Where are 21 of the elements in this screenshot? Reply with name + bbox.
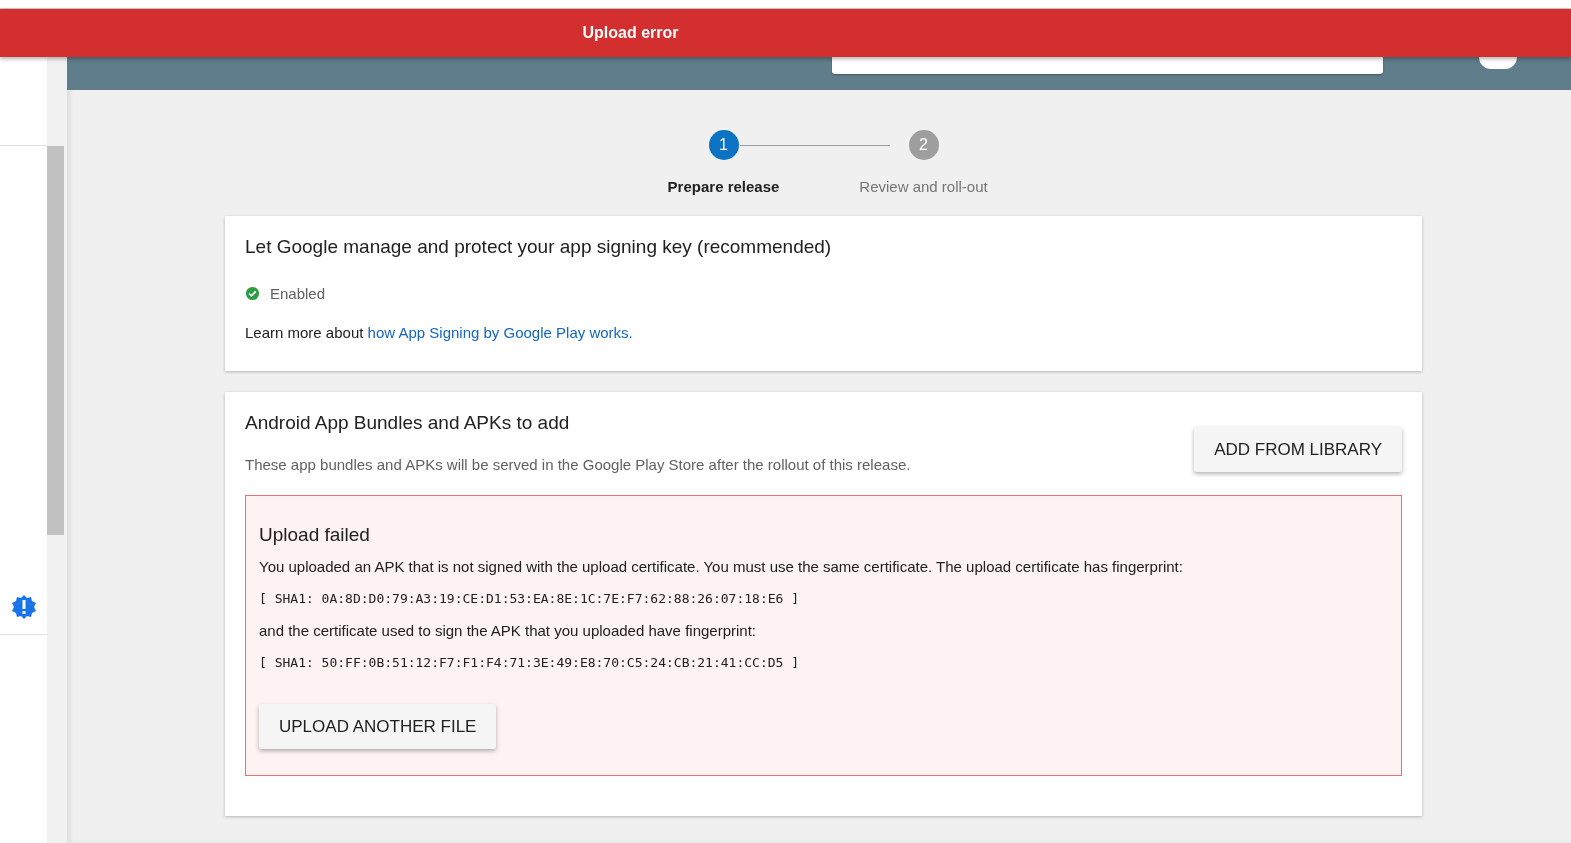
fingerprint-text: [ SHA1: 0A:8D:D0:79:A3:19:CE:D1:53:EA:8E:1C:7E:F7:62:88:26:07:18:E6 ] <box>259 591 801 606</box>
search-field[interactable] <box>832 57 1383 74</box>
scrollbar-thumb[interactable] <box>47 146 64 535</box>
learn-more-text: Learn more about how App Signing by Google Play works. <box>245 324 634 341</box>
fingerprint-text: [ SHA1: 50:FF:0B:51:12:F7:F1:F4:71:3E:49:E8:70:C5:24:CB:21:41:CC:D5 ] <box>259 655 801 670</box>
card-description: These app bundles and APKs will be served in the Google Play Store after the rollout of this release. <box>245 456 911 473</box>
step-label: Review and roll-out <box>859 178 988 195</box>
status-text: Enabled <box>270 285 326 302</box>
card-title: Android App Bundles and APKs to add <box>245 412 571 434</box>
add-from-library-button[interactable]: ADD FROM LIBRARY <box>1194 427 1402 472</box>
error-note: and the certificate used to sign the APK that you uploaded have fingerprint: <box>259 622 757 639</box>
banner-title: Upload error <box>582 24 679 42</box>
upload-another-file-button[interactable]: UPLOAD ANOTHER FILE <box>259 704 497 749</box>
alert-badge-icon[interactable] <box>10 594 37 620</box>
app-signing-link[interactable]: how App Signing by Google Play works. <box>367 324 633 341</box>
step-number[interactable]: 1 <box>708 130 739 160</box>
step-label: Prepare release <box>667 178 780 195</box>
error-message: You uploaded an APK that is not signed with the upload certificate. You must use the same certificate. The upload certificate has fingerprint: <box>259 558 1184 575</box>
avatar[interactable] <box>1479 57 1517 69</box>
error-title: Upload failed <box>259 524 371 546</box>
card-title: Let Google manage and protect your app signing key (recommended) <box>245 236 833 258</box>
